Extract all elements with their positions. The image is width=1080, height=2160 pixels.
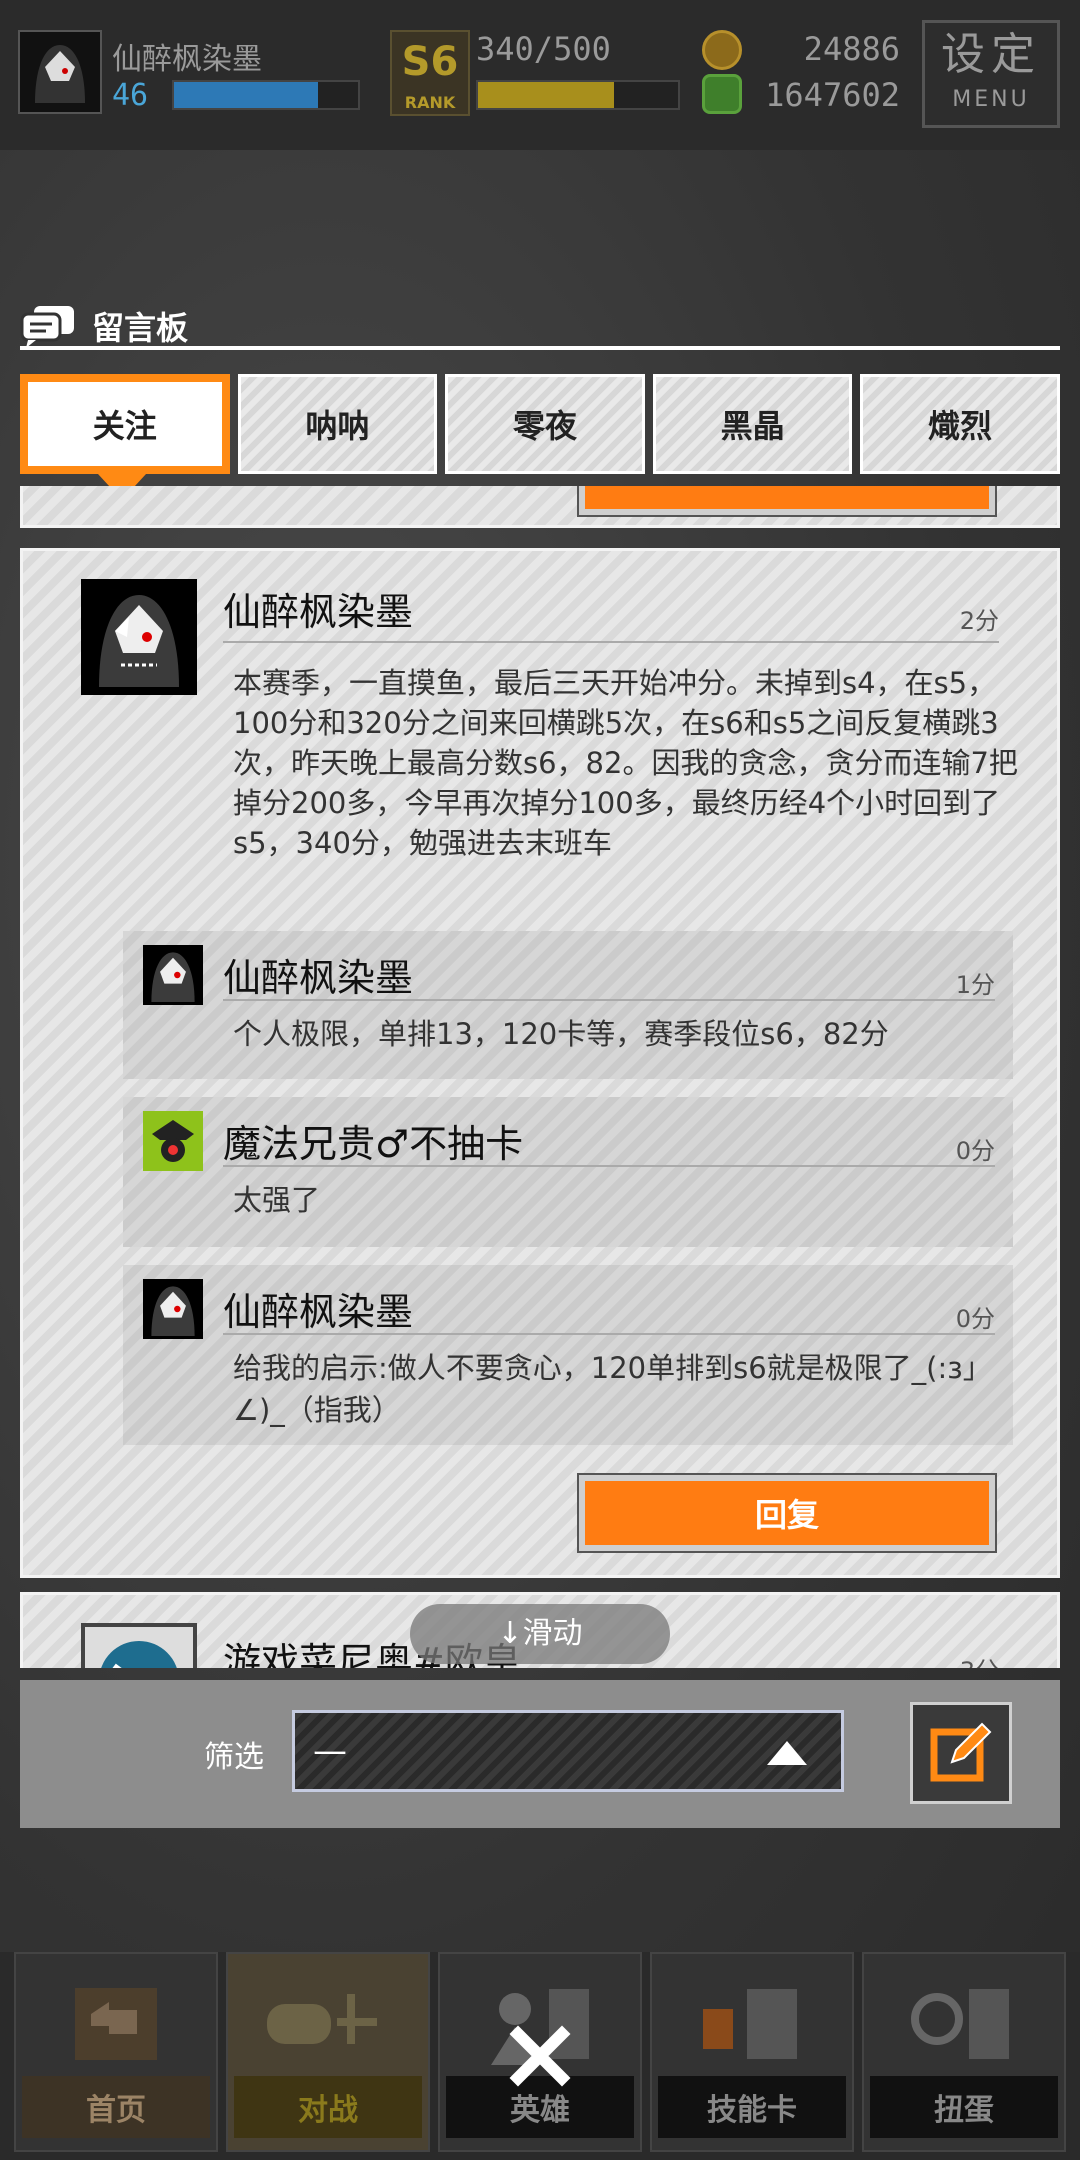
- filter-bar: 筛选 —: [20, 1680, 1060, 1828]
- rank-badge-label: S6: [401, 39, 459, 85]
- reply-button[interactable]: 回复: [577, 1473, 997, 1553]
- reply-item: 仙醉枫染墨 0分 给我的启示:做人不要贪心，120单排到s6就是极限了_(:з」…: [123, 1265, 1013, 1445]
- gold-amount: 24886: [803, 30, 900, 68]
- post-time: 2分: [959, 607, 999, 635]
- reply-body: 太强了: [233, 1183, 321, 1217]
- reply-time: 0分: [955, 1137, 995, 1165]
- compose-button[interactable]: [910, 1702, 1012, 1804]
- reply-item: 魔法兄贵♂不抽卡 0分 太强了: [123, 1097, 1013, 1247]
- reply-author-name[interactable]: 仙醉枫染墨: [223, 1281, 413, 1336]
- reply-item: 仙醉枫染墨 1分 个人极限，单排13，120卡等，赛季段位s6，82分: [123, 931, 1013, 1079]
- message-list[interactable]: 仙醉枫染墨 2分 本赛季，一直摸鱼，最后三天开始冲分。未掉到s4，在s5，100…: [20, 486, 1060, 1668]
- post-divider: [223, 641, 999, 643]
- rank-score: 340/500: [476, 30, 611, 68]
- rank-badge: S6 RANK: [390, 30, 470, 116]
- reply-author-name[interactable]: 魔法兄贵♂不抽卡: [223, 1113, 523, 1168]
- player-name: 仙醉枫染墨: [112, 42, 262, 77]
- nav-battle[interactable]: 对战: [226, 1952, 430, 2152]
- reply-body: 给我的启示:做人不要贪心，120单排到s6就是极限了_(:з」∠)_（指我）: [233, 1351, 992, 1427]
- scroll-hint: ↓滑动: [410, 1604, 670, 1664]
- gem-icon: [702, 74, 742, 114]
- player-avatar[interactable]: [18, 30, 102, 114]
- nav-skill-cards-label: 技能卡: [658, 2076, 846, 2138]
- menu-button-label: 设定: [941, 29, 1041, 80]
- reply-author-name[interactable]: 仙醉枫染墨: [223, 947, 413, 1002]
- reply-author-avatar[interactable]: [143, 1279, 203, 1339]
- gamepad-icon: [228, 1964, 428, 2084]
- post-card: 仙醉枫染墨 2分 本赛季，一直摸鱼，最后三天开始冲分。未掉到s4，在s5，100…: [20, 548, 1060, 1578]
- reply-author-avatar[interactable]: [143, 1111, 203, 1171]
- next-post-time: 3分: [960, 1651, 999, 1668]
- next-post-avatar[interactable]: [81, 1623, 197, 1668]
- reply-divider: [223, 999, 995, 1001]
- post-author-name[interactable]: 仙醉枫染墨: [223, 581, 413, 636]
- edit-icon: [930, 1722, 992, 1782]
- card-icon: [652, 1964, 852, 2084]
- nav-gacha-label: 扭蛋: [870, 2076, 1058, 2138]
- gold-coin-icon: [702, 30, 742, 70]
- reply-author-avatar[interactable]: [143, 945, 203, 1005]
- reply-body: 个人极限，单排13，120卡等，赛季段位s6，82分: [233, 1017, 889, 1051]
- tab-nana[interactable]: 呐呐: [237, 374, 438, 474]
- channel-tabs: 关注 呐呐 零夜 黑晶 熾烈: [20, 374, 1060, 474]
- gem-amount: 1647602: [765, 76, 900, 114]
- post-author-avatar[interactable]: [81, 579, 197, 695]
- tab-follow[interactable]: 关注: [20, 374, 230, 474]
- rank-progress-bar: [476, 80, 680, 110]
- nav-gacha[interactable]: 扭蛋: [862, 1952, 1066, 2152]
- nav-battle-label: 对战: [234, 2076, 422, 2138]
- previous-reply-button[interactable]: [577, 486, 997, 517]
- filter-value: —: [313, 1731, 347, 1771]
- chat-bubble-icon: [20, 306, 74, 348]
- post-body: 本赛季，一直摸鱼，最后三天开始冲分。未掉到s4，在s5，100分和320分之间来…: [233, 666, 1018, 860]
- tab-heijing[interactable]: 黑晶: [652, 374, 853, 474]
- reply-time: 0分: [955, 1305, 995, 1333]
- nav-home[interactable]: 首页: [14, 1952, 218, 2152]
- level-progress-bar: [172, 80, 360, 110]
- tab-lingye[interactable]: 零夜: [445, 374, 645, 474]
- dropdown-triangle-icon: [767, 1741, 807, 1765]
- reply-time: 1分: [955, 971, 995, 999]
- home-icon: [16, 1964, 216, 2084]
- board-divider: [20, 346, 1060, 350]
- rank-badge-sub: RANK: [404, 93, 456, 112]
- menu-button[interactable]: 设定 MENU: [922, 20, 1060, 128]
- gacha-icon: [864, 1964, 1064, 2084]
- filter-label: 筛选: [204, 1740, 264, 1775]
- previous-post-card: [20, 486, 1060, 528]
- top-status-bar: 仙醉枫染墨 46 S6 RANK 340/500 24886 1647602 设…: [0, 0, 1080, 150]
- board-title: 留言板: [92, 309, 189, 347]
- nav-home-label: 首页: [22, 2076, 210, 2138]
- filter-dropdown[interactable]: —: [292, 1710, 844, 1792]
- reply-divider: [223, 1333, 995, 1335]
- tab-chilie[interactable]: 熾烈: [860, 374, 1060, 474]
- nav-skill-cards[interactable]: 技能卡: [650, 1952, 854, 2152]
- close-icon[interactable]: [506, 2022, 574, 2090]
- menu-button-sub: MENU: [952, 87, 1030, 112]
- reply-divider: [223, 1165, 995, 1167]
- player-level: 46: [112, 78, 149, 113]
